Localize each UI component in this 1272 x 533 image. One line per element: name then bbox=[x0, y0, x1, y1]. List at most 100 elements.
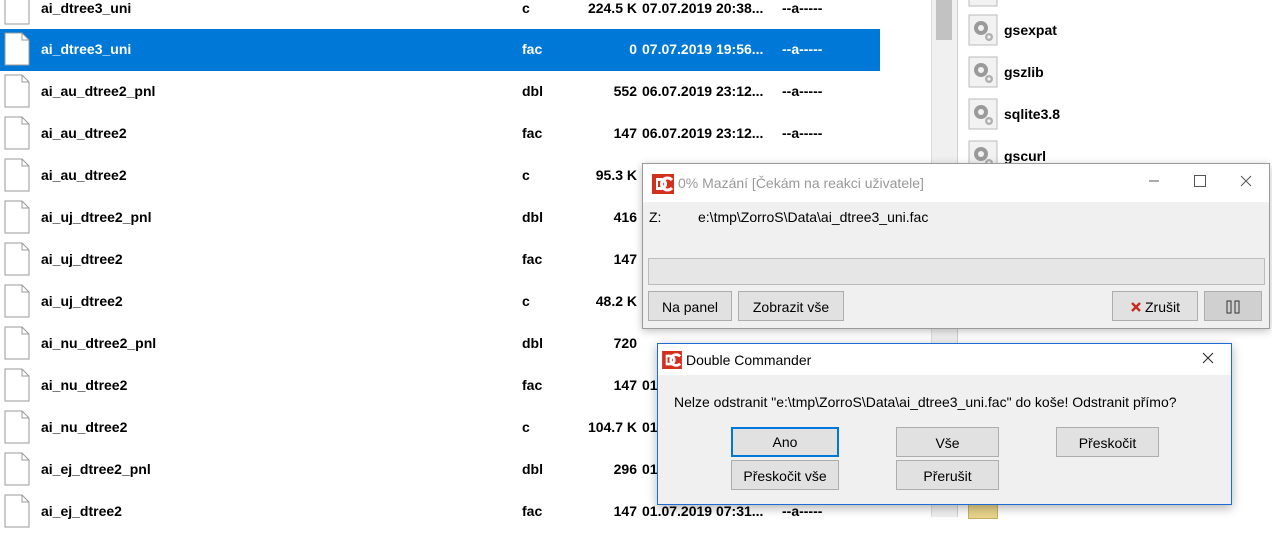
minimize-button[interactable] bbox=[1131, 164, 1177, 202]
file-extension: dbl bbox=[522, 335, 543, 351]
file-date: 06.07.2019 23:12... bbox=[642, 125, 764, 141]
file-attributes: --a----- bbox=[782, 0, 823, 16]
right-panel-item-label: gszlib bbox=[1004, 64, 1044, 80]
close-button[interactable] bbox=[1223, 164, 1269, 202]
file-date: 07.07.2019 20:38... bbox=[642, 0, 764, 16]
file-extension: c bbox=[522, 0, 530, 16]
yes-button[interactable]: Ano bbox=[731, 427, 839, 457]
file-row[interactable]: ai_dtree3_uni fac 0 07.07.2019 19:56... --a-… bbox=[0, 29, 880, 71]
file-extension: fac bbox=[522, 251, 543, 267]
file-icon bbox=[4, 410, 30, 444]
file-name: ai_uj_dtree2 bbox=[41, 251, 123, 267]
show-all-button[interactable]: Zobrazit vše bbox=[738, 291, 844, 321]
cancel-x-icon bbox=[1131, 302, 1141, 312]
skip-all-button[interactable]: Přeskočit vše bbox=[731, 460, 839, 490]
file-extension: dbl bbox=[522, 461, 543, 477]
file-name: ai_nu_dtree2 bbox=[41, 419, 128, 435]
file-size: 0 bbox=[629, 41, 637, 57]
close-icon bbox=[1240, 175, 1252, 187]
show-all-button-label: Zobrazit vše bbox=[752, 299, 830, 315]
dialog-message: Nelze odstranit "e:\tmp\ZorroS\Data\ai_d… bbox=[674, 394, 1177, 410]
file-name: ai_au_dtree2_pnl bbox=[41, 83, 156, 99]
file-extension: fac bbox=[522, 41, 543, 57]
dialog-titlebar[interactable]: 0% Mazání [Čekám na reakci uživatele] bbox=[643, 164, 1269, 202]
double-commander-icon bbox=[652, 174, 674, 194]
dialog-title: Double Commander bbox=[686, 352, 812, 368]
file-attributes: --a----- bbox=[782, 83, 823, 99]
to-panel-button-label: Na panel bbox=[661, 299, 719, 315]
gear-icon bbox=[968, 56, 998, 88]
file-attributes: --a----- bbox=[782, 41, 823, 57]
file-name: ai_dtree3_uni bbox=[41, 0, 132, 16]
file-row[interactable]: ai_au_dtree2_pnl dbl 552 06.07.2019 23:12..… bbox=[0, 71, 880, 113]
file-icon bbox=[4, 242, 30, 276]
file-name: ai_dtree3_uni bbox=[41, 41, 132, 57]
abort-button-label: Přerušit bbox=[923, 468, 972, 484]
file-icon bbox=[4, 116, 30, 150]
file-icon bbox=[4, 0, 30, 25]
source-label: Z: bbox=[649, 209, 662, 225]
file-size: 552 bbox=[613, 83, 637, 99]
abort-button[interactable]: Přerušit bbox=[896, 460, 999, 490]
skip-button[interactable]: Přeskočit bbox=[1056, 427, 1159, 457]
progress-bar bbox=[648, 258, 1265, 285]
file-name: ai_nu_dtree2_pnl bbox=[41, 335, 157, 351]
file-size: 416 bbox=[613, 209, 637, 225]
file-extension: c bbox=[522, 167, 530, 183]
file-size: 48.2 K bbox=[595, 293, 637, 309]
right-panel-item-label: gscurl bbox=[1004, 148, 1047, 164]
skip-button-label: Přeskočit bbox=[1078, 435, 1137, 451]
file-date: 01 bbox=[642, 461, 658, 477]
right-panel-item[interactable]: gszlib bbox=[968, 51, 1268, 93]
pause-icon bbox=[1226, 300, 1240, 314]
file-date: 07.07.2019 19:56... bbox=[642, 41, 764, 57]
file-name: ai_uj_dtree2_pnl bbox=[41, 209, 152, 225]
dialog-titlebar[interactable]: Double Commander bbox=[658, 344, 1231, 375]
file-icon bbox=[4, 368, 30, 402]
file-name: ai_ej_dtree2_pnl bbox=[41, 461, 151, 477]
file-name: ai_nu_dtree2 bbox=[41, 377, 128, 393]
file-icon bbox=[4, 74, 30, 108]
file-icon bbox=[4, 326, 30, 360]
file-size: 720 bbox=[613, 335, 637, 351]
pause-button[interactable] bbox=[1204, 291, 1262, 321]
file-row[interactable]: ai_au_dtree2 fac 147 06.07.2019 23:12... --a… bbox=[0, 113, 880, 155]
maximize-button[interactable] bbox=[1177, 164, 1223, 202]
source-path: e:\tmp\ZorroS\Data\ai_dtree3_uni.fac bbox=[698, 209, 929, 225]
all-button[interactable]: Vše bbox=[896, 427, 999, 457]
file-extension: fac bbox=[522, 377, 543, 393]
double-commander-icon bbox=[662, 351, 682, 369]
confirm-delete-dialog: Double Commander Nelze odstranit "e:\tmp… bbox=[657, 343, 1232, 505]
file-size: 224.5 K bbox=[587, 0, 637, 16]
dialog-title: 0% Mazání [Čekám na reakci uživatele] bbox=[678, 175, 924, 191]
gear-icon bbox=[968, 98, 998, 130]
file-size: 296 bbox=[613, 461, 637, 477]
file-name: ai_au_dtree2 bbox=[41, 167, 127, 183]
file-icon bbox=[4, 158, 30, 192]
skip-all-button-label: Přeskočit vše bbox=[743, 468, 827, 484]
file-name: ai_au_dtree2 bbox=[41, 125, 127, 141]
right-panel-item[interactable]: sqlite3.8 bbox=[968, 93, 1268, 135]
yes-button-label: Ano bbox=[772, 434, 798, 450]
to-panel-button[interactable]: Na panel bbox=[648, 291, 732, 321]
cancel-button[interactable]: Zrušit bbox=[1112, 291, 1198, 321]
file-row[interactable]: ai_dtree3_uni c 224.5 K 07.07.2019 20:38...… bbox=[0, 0, 880, 30]
maximize-icon bbox=[1194, 175, 1206, 187]
gear-icon bbox=[968, 14, 998, 46]
file-size: 95.3 K bbox=[595, 167, 637, 183]
file-extension: dbl bbox=[522, 83, 543, 99]
file-extension: c bbox=[522, 293, 530, 309]
right-panel-item[interactable]: gsexpat bbox=[968, 9, 1268, 51]
file-name: ai_uj_dtree2 bbox=[41, 293, 123, 309]
file-icon bbox=[4, 452, 30, 486]
scrollbar-thumb[interactable] bbox=[936, 0, 952, 40]
file-size: 147 bbox=[613, 251, 637, 267]
file-date: 01 bbox=[642, 377, 658, 393]
gear-icon bbox=[968, 0, 998, 7]
file-size: 147 bbox=[613, 377, 637, 393]
file-extension: c bbox=[522, 419, 530, 435]
cancel-button-label: Zrušit bbox=[1145, 299, 1180, 315]
close-button[interactable] bbox=[1185, 344, 1231, 375]
delete-progress-dialog: 0% Mazání [Čekám na reakci uživatele] Z:… bbox=[642, 163, 1270, 329]
all-button-label: Vše bbox=[935, 435, 960, 451]
